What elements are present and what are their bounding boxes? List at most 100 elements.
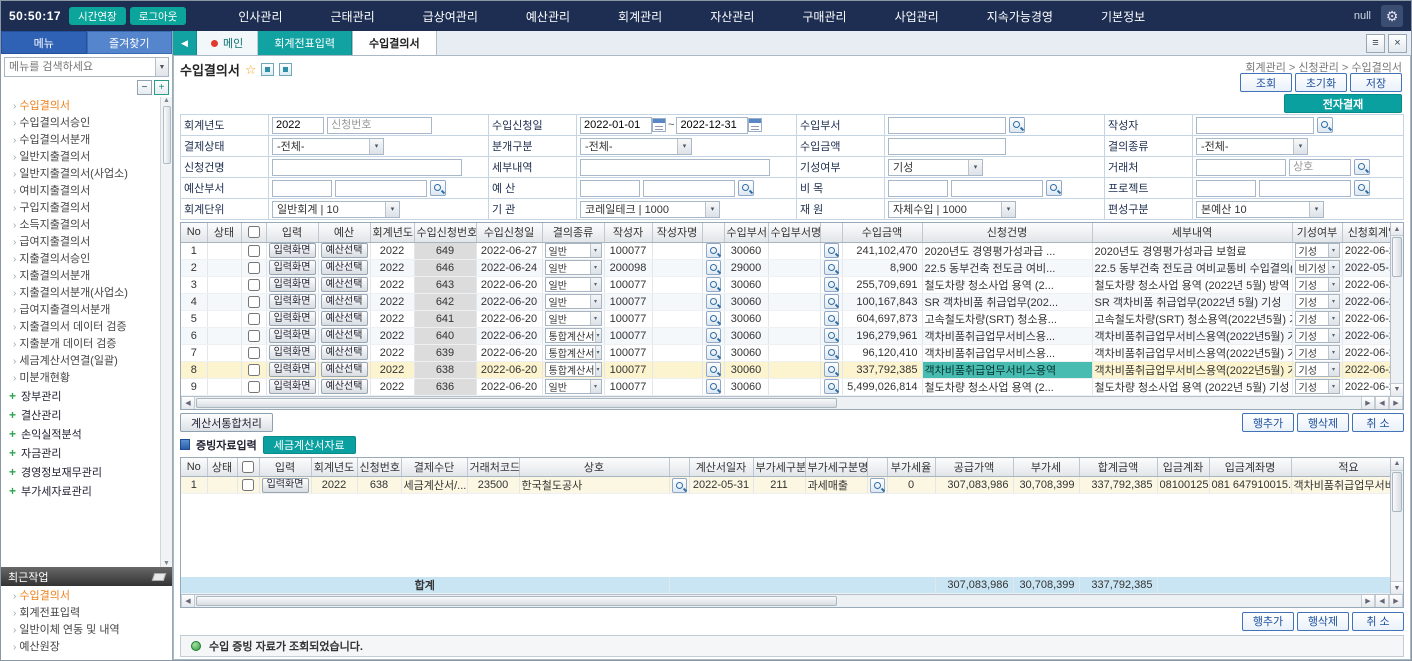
top-menu-item[interactable]: 근태관리 (307, 8, 399, 25)
search-icon[interactable] (706, 345, 721, 360)
search-icon[interactable] (706, 311, 721, 326)
sidebar-item[interactable]: ›지출결의서분개 (1, 268, 160, 285)
search-icon[interactable] (430, 180, 446, 196)
search-icon[interactable] (706, 243, 721, 258)
scrollbar-thumb[interactable] (163, 106, 171, 164)
extend-session-button[interactable]: 시간연장 (69, 7, 126, 25)
sidebar-item[interactable]: ›지출분개 데이터 검증 (1, 336, 160, 353)
detail-input[interactable] (580, 159, 770, 176)
gisung-cell-select[interactable]: 기성▾ (1295, 379, 1340, 394)
grid2-horizontal-scrollbar[interactable]: ◀ ▶ ◀ ▶ (181, 594, 1403, 607)
pane-right-icon[interactable]: ▶ (1389, 397, 1403, 409)
pay-status-select[interactable]: -전체-▾ (272, 138, 384, 155)
grid1-horizontal-scrollbar[interactable]: ◀ ▶ ◀ ▶ (181, 396, 1403, 409)
calendar-icon[interactable] (748, 118, 762, 132)
search-icon[interactable] (824, 379, 839, 394)
search-icon[interactable] (706, 277, 721, 292)
input-screen-button[interactable]: 입력화면 (269, 243, 316, 258)
pane-right-icon[interactable]: ▶ (1389, 595, 1403, 607)
select-all-checkbox[interactable] (242, 461, 254, 473)
scrollbar-thumb[interactable] (1392, 472, 1402, 512)
clear-recent-icon[interactable] (152, 573, 167, 581)
sidebar-item[interactable]: ›일반지출결의서(사업소) (1, 166, 160, 183)
vendor-name-input[interactable] (1289, 159, 1351, 176)
scrollbar-thumb[interactable] (196, 398, 837, 408)
row-checkbox[interactable] (248, 296, 260, 308)
decision-type-cell-select[interactable]: 일반▾ (545, 379, 602, 394)
search-icon[interactable] (706, 294, 721, 309)
tab-close-icon[interactable]: × (1388, 34, 1407, 53)
tax-invoice-data-button[interactable]: 세금계산서자료 (263, 436, 356, 454)
sidebar-group-item[interactable]: +경영정보재무관리 (1, 463, 160, 482)
sidebar-item[interactable]: ›수입결의서분개 (1, 132, 160, 149)
top-menu-item[interactable]: 인사관리 (214, 8, 306, 25)
search-icon[interactable] (824, 345, 839, 360)
search-icon[interactable] (706, 328, 721, 343)
gisung-cell-select[interactable]: 기성▾ (1295, 243, 1340, 258)
top-menu-item[interactable]: 급상여관리 (399, 8, 502, 25)
calendar-icon[interactable] (652, 118, 666, 132)
cancel-button[interactable]: 취 소 (1352, 413, 1404, 432)
scroll-left-icon[interactable]: ◀ (181, 595, 195, 607)
scroll-right-icon[interactable]: ▶ (1361, 595, 1375, 607)
sidebar-group-item[interactable]: +손익실적분석 (1, 425, 160, 444)
sidebar-item[interactable]: ›일반지출결의서 (1, 149, 160, 166)
tab-journal-entry[interactable]: 회계전표입력 (258, 31, 352, 55)
sidebar-group-item[interactable]: +자금관리 (1, 444, 160, 463)
table-row[interactable]: 9 입력화면 예산선택 2022 636 2022-06-20 일반▾ (181, 378, 1390, 395)
fund-select[interactable]: 자체수입 | 1000▾ (888, 201, 1016, 218)
decision-type-cell-select[interactable]: 통합계산서▾ (545, 345, 602, 360)
request-no-input[interactable] (327, 117, 432, 134)
table-row[interactable]: 7 입력화면 예산선택 2022 639 2022-06-20 통합계산서▾ (181, 344, 1390, 361)
row-checkbox[interactable] (248, 364, 260, 376)
merge-invoice-button[interactable]: 계산서통합처리 (180, 413, 273, 432)
budget-dept-code-input[interactable] (272, 180, 332, 197)
search-icon[interactable] (870, 478, 885, 493)
row-checkbox[interactable] (248, 262, 260, 274)
tab-income-decision[interactable]: 수입결의서 (352, 31, 437, 55)
table-row[interactable]: 3 입력화면 예산선택 2022 643 2022-06-20 일반▾ (181, 276, 1390, 293)
date-from-input[interactable] (580, 117, 652, 134)
budget-select-button[interactable]: 예산선택 (321, 260, 368, 275)
gisung-cell-select[interactable]: 기성▾ (1295, 328, 1340, 343)
tab-main[interactable]: 메인 (197, 31, 258, 55)
sidebar-group-item[interactable]: +부가세자료관리 (1, 482, 160, 501)
scrollbar-thumb[interactable] (1392, 237, 1402, 277)
sidebar-item[interactable]: ›여비지출결의서 (1, 183, 160, 200)
table-row[interactable]: 5 입력화면 예산선택 2022 641 2022-06-20 일반▾ (181, 310, 1390, 327)
input-screen-button[interactable]: 입력화면 (269, 294, 316, 309)
gisung-cell-select[interactable]: 기성▾ (1295, 345, 1340, 360)
gisung-cell-select[interactable]: 기성▾ (1295, 362, 1340, 377)
table-row[interactable]: 1 입력화면 2022 638 세금계산서/... 23500 한국철도공사 (181, 477, 1390, 494)
top-menu-item[interactable]: 기본정보 (1077, 8, 1169, 25)
recent-item[interactable]: ›회계전표입력 (1, 605, 172, 622)
input-screen-button[interactable]: 입력화면 (269, 328, 316, 343)
menu-search-dropdown-icon[interactable]: ▼ (155, 58, 168, 76)
journal-type-select[interactable]: -전체-▾ (580, 138, 692, 155)
income-dept-input[interactable] (888, 117, 1006, 134)
sidebar-item[interactable]: ›지출결의서승인 (1, 251, 160, 268)
income-amount-input[interactable] (888, 138, 1006, 155)
item-name-input[interactable] (951, 180, 1043, 197)
sidebar-item[interactable]: ›구입지출결의서 (1, 200, 160, 217)
vendor-code-input[interactable] (1196, 159, 1286, 176)
row-checkbox[interactable] (248, 279, 260, 291)
search-icon[interactable] (1354, 159, 1370, 175)
decision-type-cell-select[interactable]: 일반▾ (545, 277, 602, 292)
tab-list-icon[interactable]: ≡ (1366, 34, 1385, 53)
input-screen-button[interactable]: 입력화면 (269, 362, 316, 377)
project-name-input[interactable] (1259, 180, 1351, 197)
logout-button[interactable]: 로그아웃 (130, 7, 187, 25)
scroll-down-icon[interactable]: ▼ (1391, 581, 1403, 594)
budget-code-input[interactable] (580, 180, 640, 197)
search-icon[interactable] (706, 260, 721, 275)
sidebar-group-item[interactable]: +장부관리 (1, 387, 160, 406)
search-icon[interactable] (824, 362, 839, 377)
search-icon[interactable] (706, 379, 721, 394)
budget-select-button[interactable]: 예산선택 (321, 243, 368, 258)
cancel-button[interactable]: 취 소 (1352, 612, 1404, 631)
search-icon[interactable] (1317, 117, 1333, 133)
top-menu-item[interactable]: 회계관리 (594, 8, 686, 25)
table-row[interactable]: 2 입력화면 예산선택 2022 646 2022-06-24 일반▾ (181, 259, 1390, 276)
gisung-select[interactable]: 기성▾ (888, 159, 983, 176)
